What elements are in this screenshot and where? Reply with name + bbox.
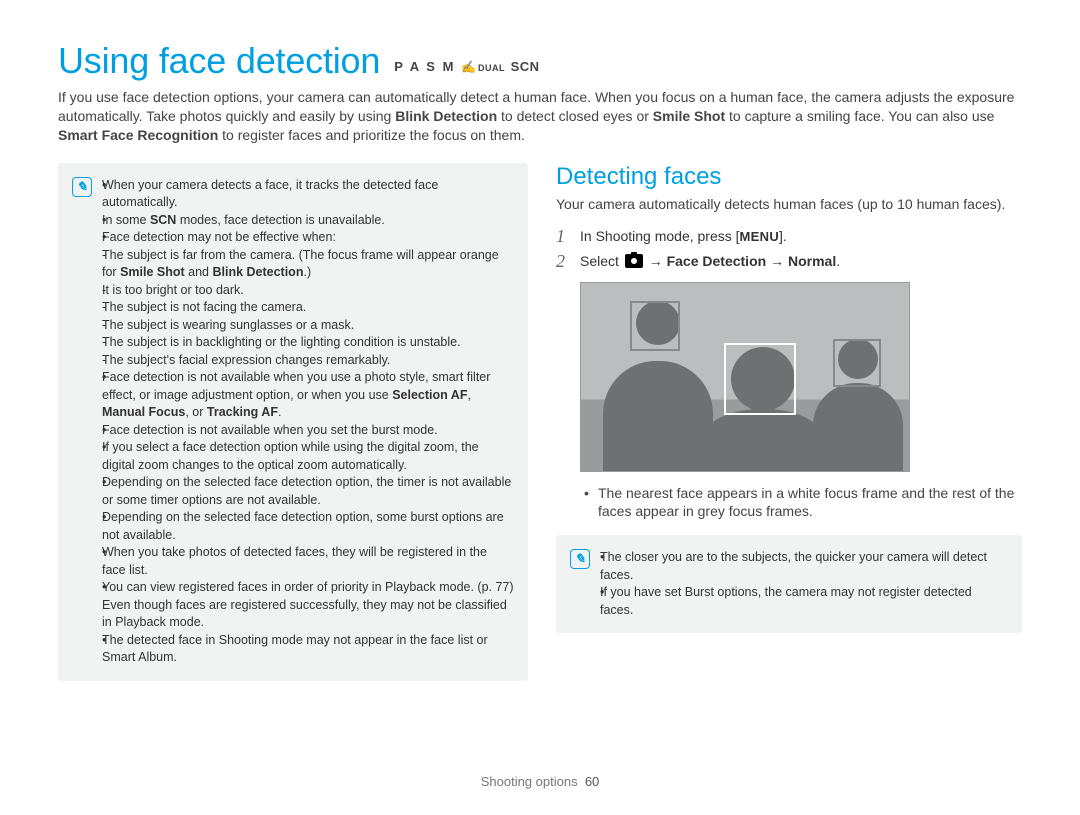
tip-item: Face detection is not available when you… bbox=[102, 369, 514, 422]
page-title: Using face detection bbox=[58, 40, 380, 82]
section-heading: Detecting faces bbox=[556, 163, 1022, 191]
tip-subitem: The subject is far from the camera. (The… bbox=[102, 247, 514, 282]
mode-indicators: P A S M ✍DUAL SCN bbox=[394, 59, 539, 74]
tip-subitem: The subject is not facing the camera. bbox=[102, 299, 514, 317]
tip-item: Face detection may not be effective when… bbox=[102, 229, 514, 369]
tip-subitem: The subject is in backlighting or the li… bbox=[102, 334, 514, 352]
tip-item: The closer you are to the subjects, the … bbox=[600, 549, 1008, 584]
tip-item: Face detection is not available when you… bbox=[102, 422, 514, 440]
tip-item: Depending on the selected face detection… bbox=[102, 509, 514, 544]
tip-item: When your camera detects a face, it trac… bbox=[102, 177, 514, 212]
note-icon: ✎ bbox=[72, 177, 92, 197]
footer-section: Shooting options bbox=[481, 774, 578, 789]
modes-dual: DUAL bbox=[478, 63, 505, 73]
page-number: 60 bbox=[585, 774, 599, 789]
tip-subitem: It is too bright or too dark. bbox=[102, 282, 514, 300]
section-subtext: Your camera automatically detects human … bbox=[556, 195, 1022, 214]
focus-frame-white bbox=[724, 343, 796, 415]
result-text: The nearest face appears in a white focu… bbox=[584, 484, 1022, 522]
tip-item: If you select a face detection option wh… bbox=[102, 439, 514, 474]
modes-scn: SCN bbox=[511, 59, 540, 74]
tip-item: The detected face in Shooting mode may n… bbox=[102, 632, 514, 667]
steps-list: 1 In Shooting mode, press [MENU]. 2 Sele… bbox=[556, 226, 1022, 272]
step-text: In Shooting mode, press [MENU]. bbox=[580, 226, 787, 247]
modes-pasm: P A S M bbox=[394, 59, 455, 74]
tip-subitem: The subject is wearing sunglasses or a m… bbox=[102, 317, 514, 335]
tip-item: Depending on the selected face detection… bbox=[102, 474, 514, 509]
menu-button-label: MENU bbox=[740, 229, 779, 244]
tip-item: You can view registered faces in order o… bbox=[102, 579, 514, 632]
note-icon: ✎ bbox=[570, 549, 590, 569]
tips-box-right: ✎ The closer you are to the subjects, th… bbox=[556, 535, 1022, 633]
face-detection-illustration bbox=[580, 282, 910, 472]
step-number: 2 bbox=[556, 251, 572, 272]
camera-icon bbox=[625, 254, 643, 268]
tip-item: In some SCN modes, face detection is una… bbox=[102, 212, 514, 230]
intro-text: If you use face detection options, your … bbox=[58, 88, 1022, 145]
tip-subitem: The subject's facial expression changes … bbox=[102, 352, 514, 370]
tip-item: If you have set Burst options, the camer… bbox=[600, 584, 1008, 619]
step-text: Select → Face Detection → Normal. bbox=[580, 251, 840, 272]
step-number: 1 bbox=[556, 226, 572, 247]
tips-box-left: ✎ When your camera detects a face, it tr… bbox=[58, 163, 528, 681]
tip-item: When you take photos of detected faces, … bbox=[102, 544, 514, 579]
focus-frame-grey bbox=[833, 339, 881, 387]
focus-frame-grey bbox=[630, 301, 680, 351]
page-footer: Shooting options 60 bbox=[0, 774, 1080, 789]
